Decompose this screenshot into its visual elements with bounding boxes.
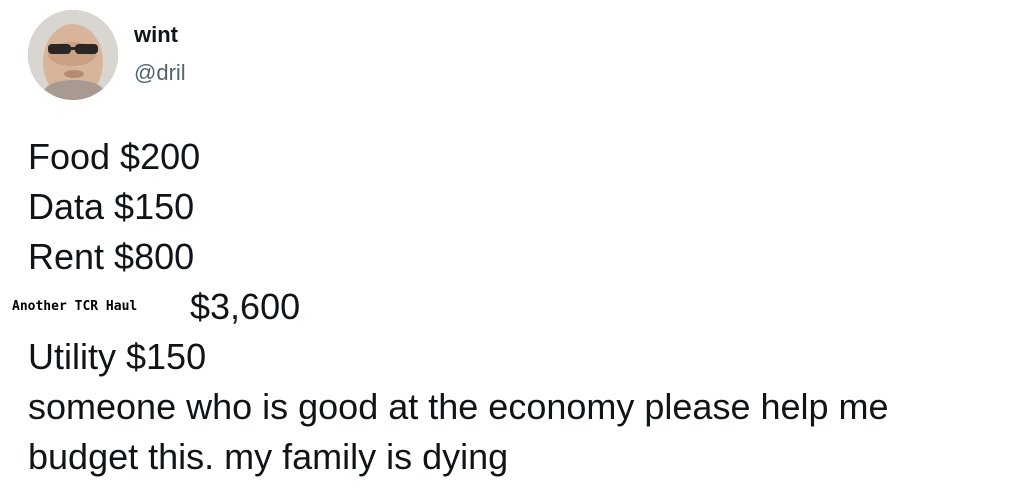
avatar[interactable] xyxy=(28,10,118,100)
tweet-card: wint @dril Food $200 Data $150 Rent $800… xyxy=(0,0,1024,498)
tweet-line-edited: Another TCR Haul $3,600 xyxy=(10,282,1018,332)
tweet-line-text-2: budget this. my family is dying xyxy=(28,436,509,477)
avatar-photo-icon xyxy=(28,10,118,100)
tweet-line-food: Food $200 xyxy=(28,136,201,177)
overlay-amount: $3,600 xyxy=(190,286,301,327)
tweet-line-text-1: someone who is good at the economy pleas… xyxy=(28,386,889,427)
tweet-line-utility: Utility $150 xyxy=(28,336,207,377)
tweet-text: Food $200 Data $150 Rent $800 Another TC… xyxy=(10,132,1018,482)
tweet-line-data: Data $150 xyxy=(28,186,195,227)
tweet-line-rent: Rent $800 xyxy=(28,236,195,277)
overlay-label: Another TCR Haul xyxy=(10,298,140,316)
author-handle[interactable]: @dril xyxy=(134,60,186,86)
author-display-name[interactable]: wint xyxy=(134,22,178,48)
